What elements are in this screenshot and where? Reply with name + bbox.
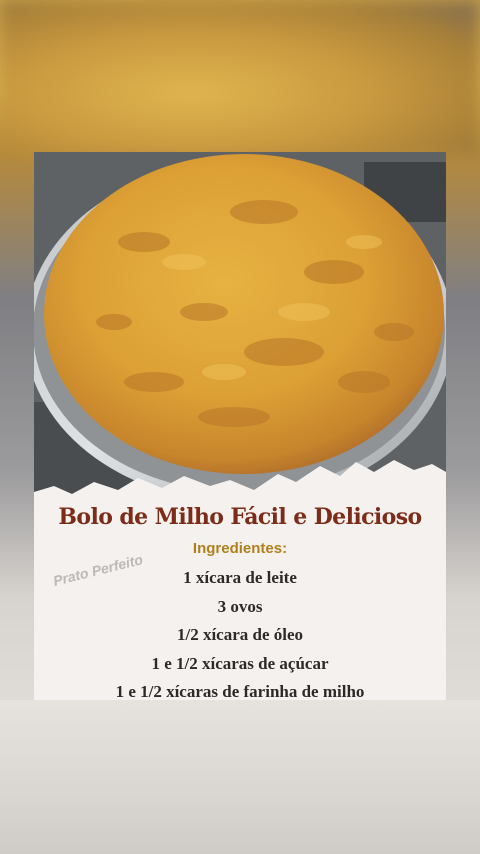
- list-item: 1/2 xícara de óleo: [176, 625, 304, 644]
- list-item: 1 e 1/2 xícaras de açúcar: [151, 653, 329, 673]
- list-item: 1 e 1/2 xícaras de farinha de milho: [115, 682, 365, 700]
- recipe-card: Prato Perfeito Bolo de Milho Fácil e Del…: [34, 152, 446, 700]
- blurred-background-bottom: [0, 700, 480, 854]
- cake-photo: [34, 152, 446, 502]
- recipe-title: Bolo de Milho Fácil e Delicioso: [58, 504, 422, 530]
- blurred-background-top: [0, 0, 480, 155]
- ingredients-heading: Ingredientes:: [192, 540, 288, 557]
- list-item: 1 xícara de leite: [183, 568, 297, 587]
- list-item: 3 ovos: [217, 596, 263, 616]
- ingredients-list: 1 xícara de leite 3 ovos 1/2 xícara de ó…: [34, 564, 446, 700]
